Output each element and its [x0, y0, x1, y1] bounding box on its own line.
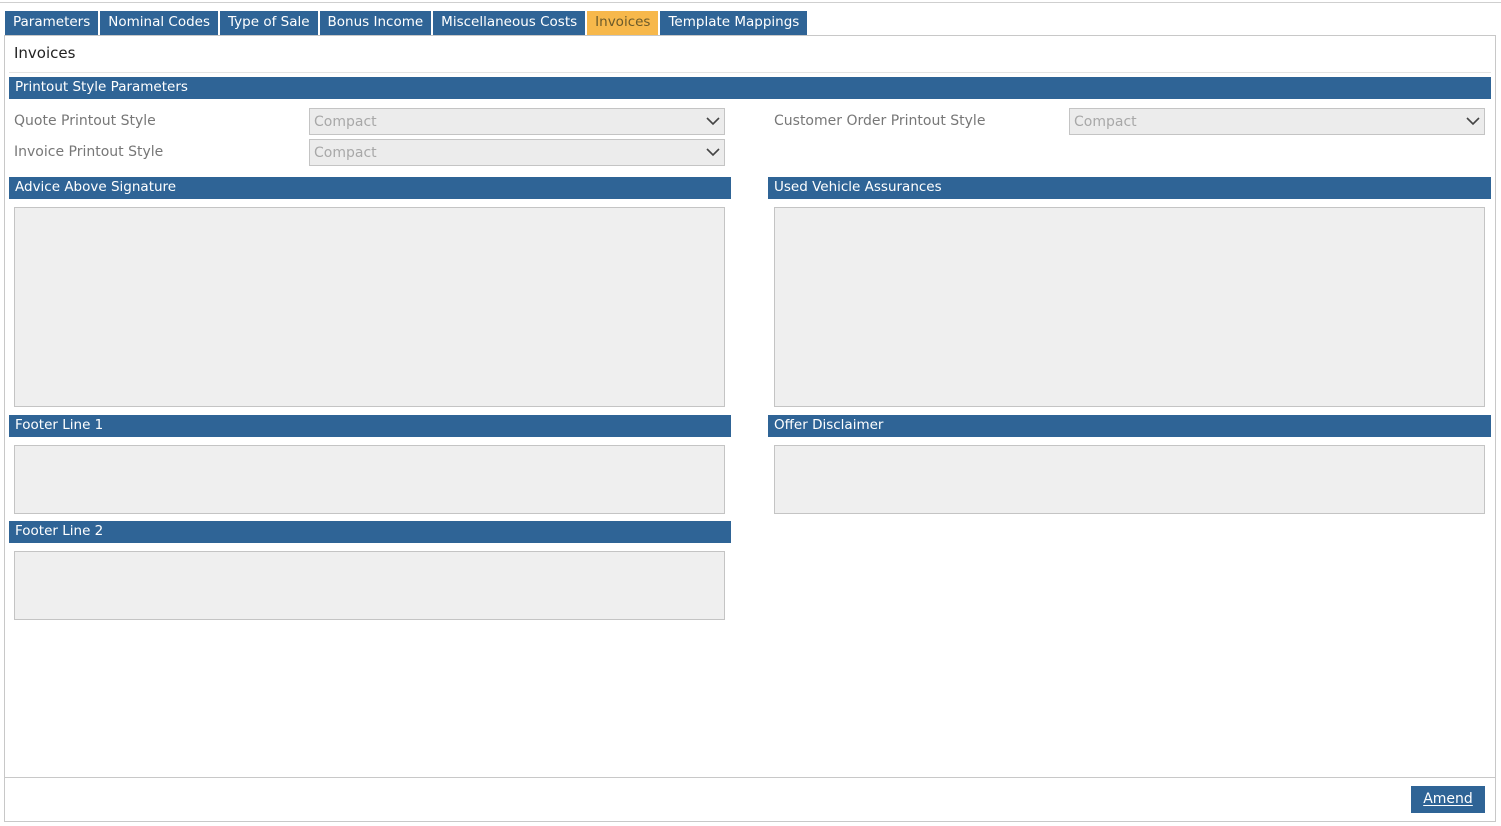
tab-label: Miscellaneous Costs [441, 14, 578, 30]
quote-printout-style-label: Quote Printout Style [14, 113, 156, 129]
offer-disclaimer-header: Offer Disclaimer [768, 415, 1491, 437]
top-rule [0, 0, 1501, 3]
tab-invoices[interactable]: Invoices [587, 11, 659, 36]
chevron-down-icon [1466, 117, 1480, 126]
select-value: Compact [1074, 114, 1137, 130]
quote-printout-style-select[interactable]: Compact [309, 108, 725, 135]
footer-line-2-header: Footer Line 2 [9, 521, 731, 543]
tab-label: Invoices [595, 14, 651, 30]
printout-style-header: Printout Style Parameters [9, 77, 1491, 99]
tab-label: Parameters [13, 14, 91, 30]
footer-divider [5, 777, 1495, 778]
customer-order-printout-style-label: Customer Order Printout Style [774, 113, 986, 129]
chevron-down-icon [706, 117, 720, 126]
amend-button-label: Amend [1423, 791, 1473, 807]
chevron-down-icon [706, 148, 720, 157]
tab-template-mappings[interactable]: Template Mappings [660, 11, 808, 36]
tab-parameters[interactable]: Parameters [5, 11, 99, 36]
invoice-printout-style-select[interactable]: Compact [309, 139, 725, 166]
tab-nominal-codes[interactable]: Nominal Codes [100, 11, 219, 36]
invoice-printout-style-label: Invoice Printout Style [14, 144, 164, 160]
select-value: Compact [314, 114, 377, 130]
used-vehicle-assurances-header: Used Vehicle Assurances [768, 177, 1491, 199]
tab-label: Nominal Codes [108, 14, 211, 30]
footer-line-2-textarea[interactable] [14, 551, 725, 620]
tab-bonus-income[interactable]: Bonus Income [319, 11, 432, 36]
footer-line-1-header: Footer Line 1 [9, 415, 731, 437]
offer-disclaimer-textarea[interactable] [774, 445, 1485, 514]
tab-type-of-sale[interactable]: Type of Sale [220, 11, 318, 36]
tab-miscellaneous-costs[interactable]: Miscellaneous Costs [433, 11, 586, 36]
footer-line-1-textarea[interactable] [14, 445, 725, 514]
tab-label: Type of Sale [228, 14, 310, 30]
title-divider [9, 72, 1491, 73]
select-value: Compact [314, 145, 377, 161]
page-title: Invoices [14, 44, 76, 62]
used-vehicle-assurances-textarea[interactable] [774, 207, 1485, 407]
tab-label: Bonus Income [327, 14, 424, 30]
advice-above-signature-header: Advice Above Signature [9, 177, 731, 199]
tab-bar: Parameters Nominal Codes Type of Sale Bo… [5, 11, 809, 36]
customer-order-printout-style-select[interactable]: Compact [1069, 108, 1485, 135]
advice-above-signature-textarea[interactable] [14, 207, 725, 407]
tab-label: Template Mappings [668, 14, 800, 30]
amend-button[interactable]: Amend [1411, 786, 1485, 813]
